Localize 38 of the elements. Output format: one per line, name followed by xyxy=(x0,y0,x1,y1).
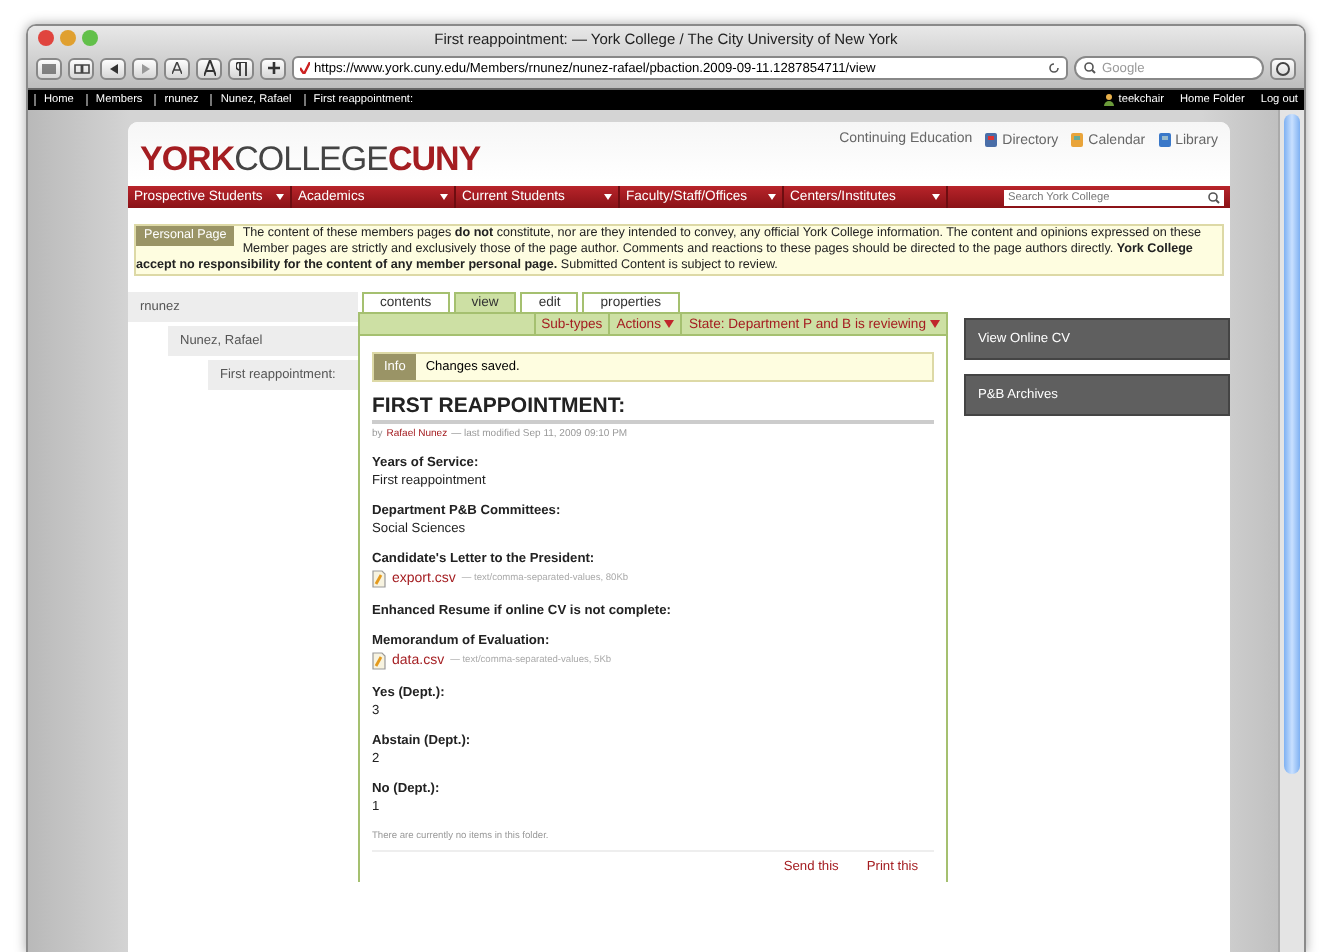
search-icon xyxy=(1084,62,1098,74)
directory-icon xyxy=(984,132,999,148)
page-heading: FIRST REAPPOINTMENT: xyxy=(372,394,934,424)
caret-icon xyxy=(604,194,612,200)
circle-icon xyxy=(1276,61,1290,75)
book-icon xyxy=(73,63,89,73)
smaller-text-button[interactable] xyxy=(164,57,190,79)
caret-icon xyxy=(930,320,940,328)
scrollbar[interactable] xyxy=(1278,110,1304,952)
user-icon xyxy=(1104,94,1115,106)
back-icon xyxy=(109,63,117,73)
close-icon[interactable] xyxy=(38,30,54,46)
back-button[interactable] xyxy=(100,57,126,79)
file-icon xyxy=(372,570,386,588)
caret-icon xyxy=(440,194,448,200)
calendar-icon xyxy=(1070,132,1085,148)
forward-icon xyxy=(141,63,149,73)
caret-icon xyxy=(768,194,776,200)
bookmarks-button[interactable] xyxy=(68,57,94,79)
plus-icon xyxy=(267,62,279,74)
library-icon xyxy=(1157,132,1172,148)
checkmark-icon xyxy=(300,62,310,74)
file-icon xyxy=(372,652,386,670)
downloads-button[interactable] xyxy=(1270,57,1296,79)
grid-button[interactable] xyxy=(36,57,62,79)
add-bookmark-button[interactable] xyxy=(260,57,286,79)
site-logo[interactable]: YORKCOLLEGECUNY xyxy=(140,140,481,180)
text-size-icon xyxy=(203,60,215,76)
snapback-button[interactable] xyxy=(228,57,254,79)
paragraph-icon xyxy=(235,61,247,75)
grid-icon xyxy=(42,63,56,73)
search-icon xyxy=(1208,191,1220,203)
caret-icon xyxy=(276,194,284,200)
reload-icon[interactable] xyxy=(1048,62,1060,74)
larger-text-button[interactable] xyxy=(196,57,222,79)
caret-icon xyxy=(932,194,940,200)
caret-icon xyxy=(664,320,675,328)
text-size-icon xyxy=(172,62,182,74)
